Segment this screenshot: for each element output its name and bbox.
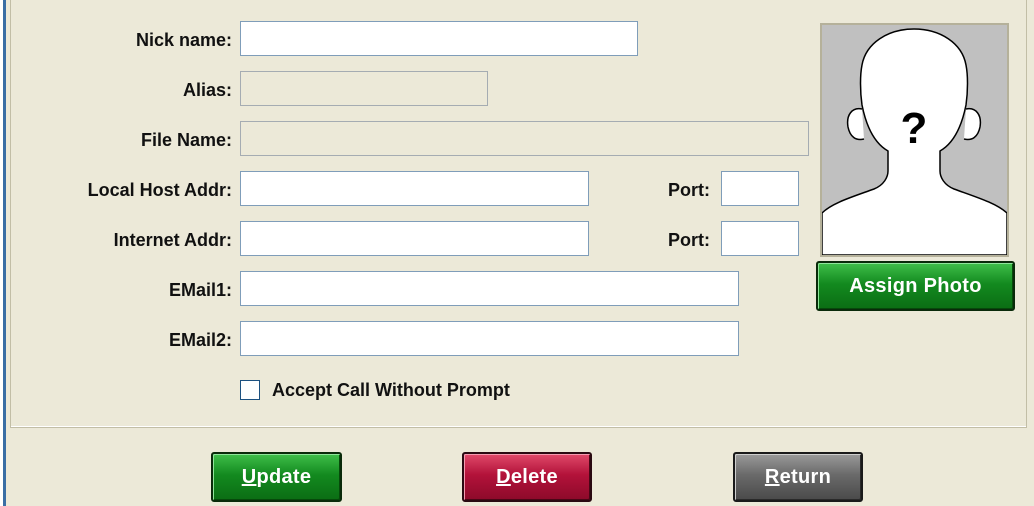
person-silhouette-icon: ?: [822, 25, 1007, 255]
internet-port-label: Port:: [668, 230, 710, 250]
delete-label-rest: elete: [510, 465, 558, 488]
assign-photo-button[interactable]: Assign Photo: [816, 261, 1015, 311]
internet-port-field[interactable]: [721, 221, 799, 256]
internet-addr-field[interactable]: [240, 221, 589, 256]
nick-name-label: Nick name:: [135, 30, 232, 50]
email2-field[interactable]: [240, 321, 739, 356]
file-name-label: File Name:: [140, 130, 232, 150]
local-port-field[interactable]: [721, 171, 799, 206]
window-left-edge: [0, 0, 6, 506]
return-label-rest: eturn: [779, 465, 832, 488]
return-mnemonic: R: [764, 465, 780, 488]
question-mark: ?: [901, 104, 928, 153]
local-host-addr-label: Local Host Addr:: [87, 180, 232, 200]
update-button[interactable]: Update: [211, 452, 342, 502]
update-label-rest: pdate: [256, 465, 312, 488]
email2-label: EMail2:: [168, 330, 232, 350]
return-button[interactable]: Return: [733, 452, 863, 502]
accept-call-checkbox[interactable]: [240, 380, 260, 400]
local-host-addr-field[interactable]: [240, 171, 589, 206]
email1-label: EMail1:: [168, 280, 232, 300]
accept-call-label[interactable]: Accept Call Without Prompt: [272, 379, 510, 401]
photo-frame: ?: [820, 23, 1009, 257]
alias-field: [240, 71, 488, 106]
alias-label: Alias:: [182, 80, 232, 100]
nick-name-field[interactable]: [240, 21, 638, 56]
file-name-field: [240, 121, 809, 156]
local-port-label: Port:: [668, 180, 710, 200]
internet-addr-label: Internet Addr:: [113, 230, 232, 250]
delete-button[interactable]: Delete: [462, 452, 592, 502]
delete-mnemonic: D: [496, 465, 511, 488]
email1-field[interactable]: [240, 271, 739, 306]
update-mnemonic: U: [241, 465, 257, 488]
